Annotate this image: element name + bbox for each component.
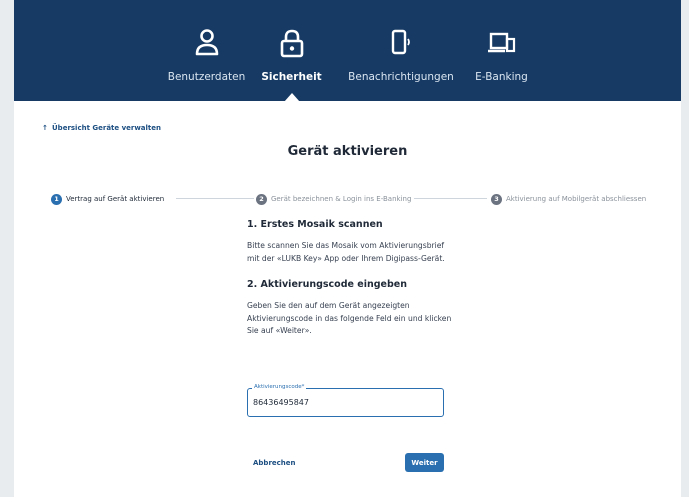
step-label: Gerät bezeichnen & Login ins E-Banking: [271, 195, 412, 203]
nav-item-sicherheit[interactable]: Sicherheit: [259, 0, 324, 102]
nav-label-sicherheit: Sicherheit: [261, 71, 322, 83]
nav-label-e-banking: E-Banking: [475, 71, 528, 83]
arrow-up-icon: ↑: [42, 124, 48, 132]
progress-stepper: 1 Vertrag auf Gerät aktivieren 2 Gerät b…: [14, 191, 681, 207]
next-button[interactable]: Weiter: [405, 453, 444, 472]
back-link-label: Übersicht Geräte verwalten: [52, 124, 162, 132]
nav-label-benutzerdaten: Benutzerdaten: [167, 71, 246, 83]
back-link[interactable]: ↑ Übersicht Geräte verwalten: [42, 124, 161, 132]
phone-notification-icon: [391, 29, 410, 55]
activation-code-field[interactable]: Aktivierungscode*: [247, 384, 444, 417]
step-2: 2 Gerät bezeichnen & Login ins E-Banking: [256, 191, 411, 207]
activation-code-input[interactable]: [253, 398, 438, 407]
top-navigation: Benutzerdaten Sicherheit Benachrichtigun…: [14, 0, 681, 102]
step-connector: [176, 198, 254, 199]
active-indicator: [283, 93, 300, 102]
step-connector: [414, 198, 487, 199]
step-1: 1 Vertrag auf Gerät aktivieren: [51, 191, 164, 207]
step-number: 2: [256, 193, 267, 205]
section-2-heading: 2. Aktivierungscode eingeben: [247, 279, 407, 290]
step-3: 3 Aktivierung auf Mobilgerät abschliesse…: [491, 191, 646, 207]
nav-item-benachrichtigungen[interactable]: Benachrichtigungen: [341, 0, 461, 101]
section-1-heading: 1. Erstes Mosaik scannen: [247, 219, 383, 230]
activation-code-label: Aktivierungscode*: [252, 384, 307, 390]
lock-icon: [280, 29, 303, 58]
devices-icon: [487, 32, 515, 53]
section-1-text: Bitte scannen Sie das Mosaik vom Aktivie…: [247, 241, 445, 263]
step-label: Vertrag auf Gerät aktivieren: [66, 195, 165, 203]
user-icon: [195, 29, 218, 56]
nav-item-benutzerdaten[interactable]: Benutzerdaten: [154, 0, 259, 101]
section-2-text: Geben Sie den auf dem Gerät angezeigten …: [247, 301, 452, 335]
page-title: Gerät aktivieren: [287, 144, 408, 159]
nav-label-benachrichtigungen: Benachrichtigungen: [348, 71, 454, 83]
page-frame: Benutzerdaten Sicherheit Benachrichtigun…: [14, 0, 681, 497]
instructions: 1. Erstes Mosaik scannen Bitte scannen S…: [247, 219, 457, 338]
step-number: 1: [51, 193, 62, 205]
step-label: Aktivierung auf Mobilgerät abschliessen: [506, 195, 647, 203]
cancel-link[interactable]: Abbrechen: [253, 459, 296, 467]
step-number: 3: [491, 193, 502, 205]
nav-item-e-banking[interactable]: E-Banking: [469, 0, 534, 101]
